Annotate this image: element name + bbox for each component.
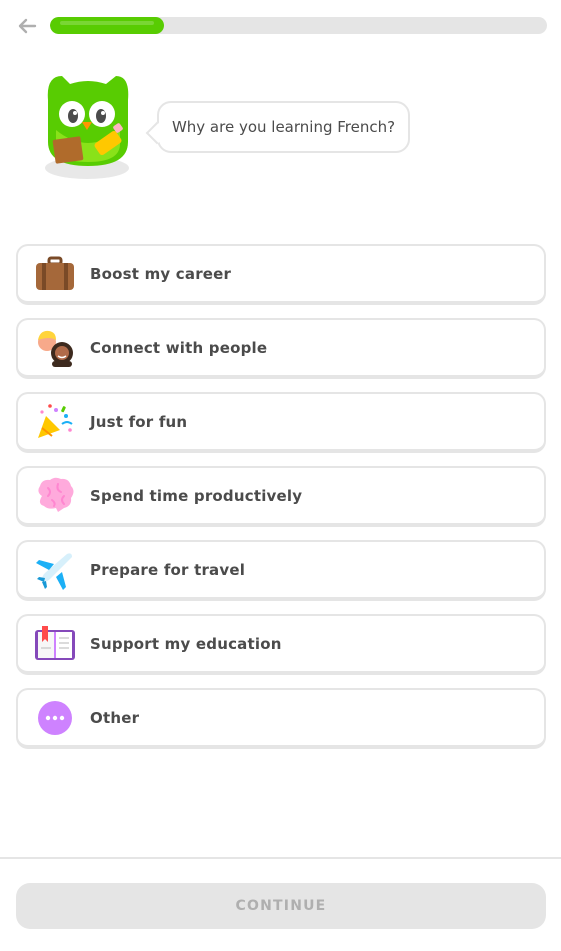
- question-text: Why are you learning French?: [171, 118, 396, 136]
- briefcase-icon: [34, 253, 76, 295]
- option-support-my-education[interactable]: Support my education: [16, 614, 546, 675]
- option-label: Boost my career: [90, 264, 232, 283]
- brain-icon: [34, 475, 76, 517]
- option-boost-my-career[interactable]: Boost my career: [16, 244, 546, 305]
- options-list: Boost my career Connect with people Just…: [16, 244, 546, 762]
- continue-button[interactable]: CONTINUE: [16, 883, 546, 929]
- option-label: Connect with people: [90, 338, 268, 357]
- option-label: Just for fun: [90, 412, 188, 431]
- progress-fill: [50, 17, 165, 34]
- airplane-icon: [34, 549, 76, 591]
- option-spend-time-productively[interactable]: Spend time productively: [16, 466, 546, 527]
- option-prepare-for-travel[interactable]: Prepare for travel: [16, 540, 546, 601]
- option-just-for-fun[interactable]: Just for fun: [16, 392, 546, 453]
- option-other[interactable]: Other: [16, 688, 546, 749]
- top-bar: [14, 12, 547, 40]
- book-icon: [34, 623, 76, 665]
- people-icon: [34, 327, 76, 369]
- owl-mascot-icon: [45, 76, 129, 179]
- party-popper-icon: [34, 401, 76, 443]
- arrow-left-icon: [18, 18, 37, 34]
- footer-divider: [0, 857, 561, 859]
- progress-bar: [50, 17, 547, 34]
- option-label: Prepare for travel: [90, 560, 246, 579]
- more-dots-icon: [34, 697, 76, 739]
- option-label: Spend time productively: [90, 486, 303, 505]
- option-connect-with-people[interactable]: Connect with people: [16, 318, 546, 379]
- back-button[interactable]: [14, 13, 40, 39]
- speech-bubble: Why are you learning French?: [157, 101, 410, 153]
- option-label: Support my education: [90, 634, 282, 653]
- option-label: Other: [90, 708, 140, 727]
